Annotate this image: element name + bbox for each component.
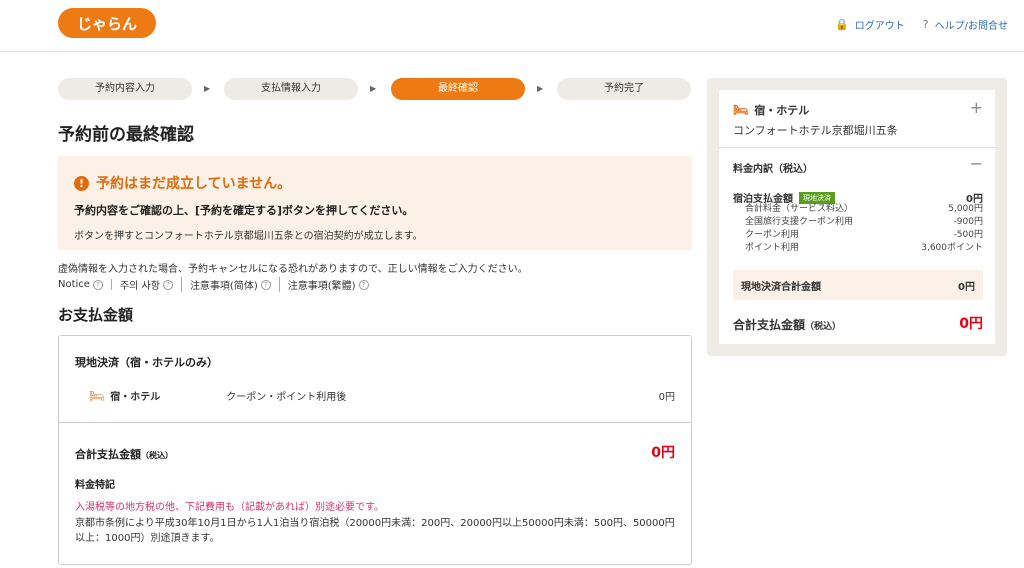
notice-korean-link[interactable]: 주의 사항? [120,277,182,292]
collapse-icon[interactable]: − [970,154,983,173]
false-info-note: 虚偽情報を入力された場合、予約キャンセルになる恐れがありますので、正しい情報をご… [58,264,528,275]
step-payment: 支払情報入力 [224,78,358,100]
onsite-payment-badge: 現地決済 [799,191,835,204]
detail-row: 全国旅行支援クーポン利用 -900円 [745,217,983,227]
divider [59,422,691,423]
summary-total-amount: 0円 [959,316,983,332]
payment-box: 現地決済（宿・ホテルのみ） 🛏 宿・ホテル クーポン・ポイント利用後 0円 合計… [58,335,692,565]
detail-row: クーポン利用 -500円 [745,230,983,240]
svg-text:じゃらん: じゃらん [77,15,137,33]
bed-icon: 🛏 [733,103,749,117]
detail-row: ポイント利用 3,600ポイント [745,243,983,253]
progress-steps: 予約内容入力 ▶ 支払情報入力 ▶ 最終確認 ▶ 予約完了 [58,78,692,100]
warning-box: ! 予約はまだ成立していません。 予約内容をご確認の上、[予約を確定する]ボタン… [58,156,692,250]
warning-title: ! 予約はまだ成立していません。 [74,173,291,193]
exclamation-icon: ! [74,175,89,191]
notice-links: Notice? 주의 사항? 注意事項(简体)? 注意事項(繁體)? [58,277,385,292]
bed-icon: 🛏 [89,388,105,403]
site-header: じゃらん 🔒 ログアウト ? ヘルプ/お問合せ [0,0,1024,52]
notice-english-link[interactable]: Notice? [58,279,112,290]
lock-icon: 🔒 [835,18,849,31]
total-payment-label: 合計支払金額（税込） [75,448,173,461]
step-arrow-icon: ▶ [370,84,377,93]
summary-hotel-title: 🛏 宿・ホテル [733,103,810,117]
help-circle-icon: ? [162,279,173,290]
price-breakdown-label: 料金内訳（税込） [733,164,813,175]
hotel-payment-row: 🛏 宿・ホテル クーポン・ポイント利用後 0円 [89,388,675,404]
fee-notes-title: 料金特記 [75,480,115,491]
notice-traditional-chinese-link[interactable]: 注意事項(繁體)? [288,277,377,292]
detail-row: 合計料金（サービス料込） 5,000円 [745,204,983,214]
step-arrow-icon: ▶ [204,84,211,93]
page-title: 予約前の最終確認 [58,125,194,145]
step-confirm: 最終確認 [391,78,525,100]
jalan-logo[interactable]: じゃらん [58,8,156,42]
divider [719,147,995,148]
onsite-total-row: 現地決済合計金額 0円 [733,270,983,300]
summary-total-label: 合計支払金額（税込） [733,318,842,332]
step-input: 予約内容入力 [58,78,192,100]
help-link[interactable]: ? ヘルプ/お問合せ [923,17,1008,32]
hotel-amount: 0円 [658,392,675,403]
warning-contract-note: ボタンを押すとコンフォートホテル京都堀川五条との宿泊契約が成立します。 [74,231,423,242]
payment-section-title: お支払金額 [58,306,134,324]
onsite-payment-label: 現地決済（宿・ホテルのみ） [75,356,218,369]
price-detail-list: 合計料金（サービス料込） 5,000円 全国旅行支援クーポン利用 -900円 クーポ… [745,203,983,255]
help-circle-icon: ? [358,279,369,290]
total-payment-amount: 0円 [651,445,675,461]
question-icon: ? [922,18,929,31]
step-complete: 予約完了 [557,78,691,100]
summary-hotel-name: コンフォートホテル京都堀川五条 [733,124,898,137]
notice-simplified-chinese-link[interactable]: 注意事項(简体)? [190,277,280,292]
warning-instruction: 予約内容をご確認の上、[予約を確定する]ボタンを押してください。 [74,204,414,217]
summary-sidebar: 🛏 宿・ホテル + コンフォートホテル京都堀川五条 料金内訳（税込） − 宿泊支… [707,78,1007,356]
accommodation-tax-note: 京都市条例により平成30年10月1日から1人1泊当り宿泊税（20000円未満：2… [75,518,675,544]
help-circle-icon: ? [92,279,103,290]
help-circle-icon: ? [260,279,271,290]
expand-icon[interactable]: + [970,98,983,117]
fee-notes-warning: 入湯税等の地方税の他、下記費用も（記載があれば）別途必要です。 [75,502,384,513]
step-arrow-icon: ▶ [537,84,544,93]
logout-link[interactable]: 🔒 ログアウト [835,17,905,32]
